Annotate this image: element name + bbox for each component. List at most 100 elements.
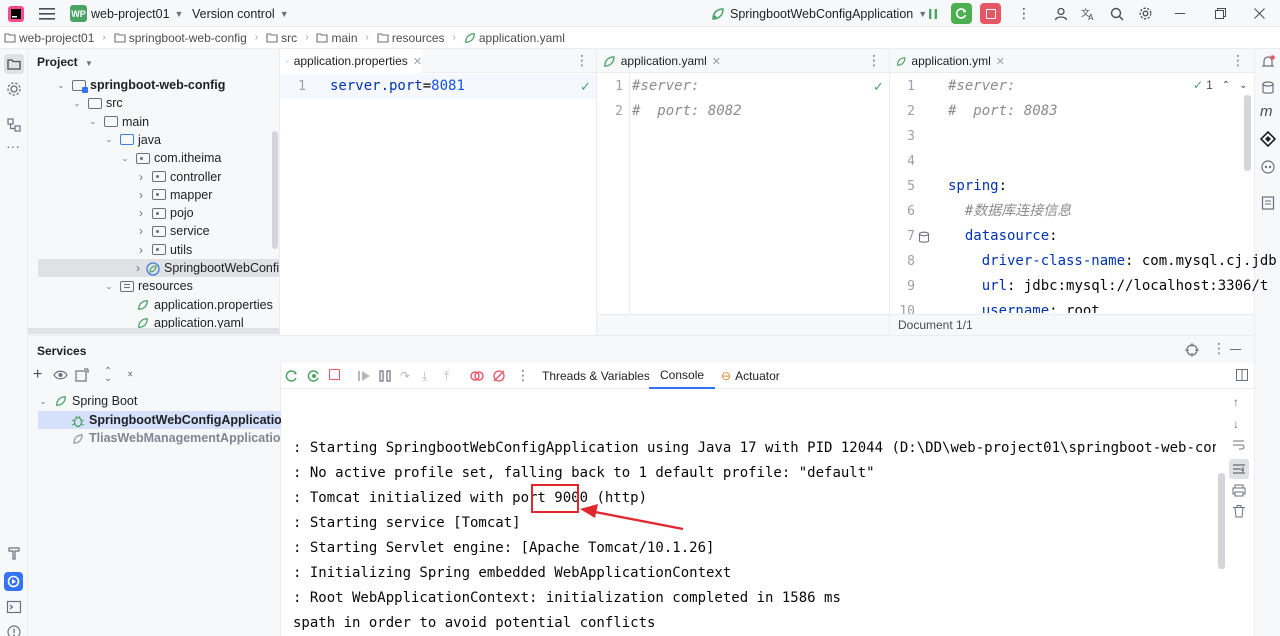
print-icon[interactable]: [1232, 484, 1246, 497]
tree-row-controller[interactable]: › controller: [136, 168, 221, 186]
chevron-up-icon[interactable]: ⌃: [1222, 80, 1230, 91]
arrow-down-icon[interactable]: ↓: [1233, 417, 1239, 431]
folder-icon: [377, 32, 389, 43]
service-label: Spring Boot: [72, 394, 138, 408]
tree-row-springboot-web-config[interactable]: ⌄ springboot-web-config: [56, 76, 225, 94]
breadcrumb-item[interactable]: main: [316, 30, 358, 45]
bookmarks-icon[interactable]: [1260, 195, 1276, 211]
structure-icon[interactable]: [6, 117, 22, 133]
copilot-icon[interactable]: [1260, 159, 1276, 175]
tree-row-pojo[interactable]: › pojo: [136, 204, 194, 222]
add-service-icon[interactable]: +: [33, 366, 42, 384]
trash-icon[interactable]: [1233, 505, 1245, 518]
tree-row-resources[interactable]: ⌄ resources: [104, 277, 193, 295]
close-tab-icon[interactable]: ✕: [413, 55, 422, 68]
more-actions-icon[interactable]: ⋮: [1017, 0, 1031, 27]
gear-icon[interactable]: [1138, 0, 1153, 27]
notifications-icon[interactable]: [1260, 54, 1276, 70]
spring-boot-app-icon: [71, 432, 85, 444]
tree-row-application-properties[interactable]: application.properties: [120, 296, 273, 314]
tree-row-src[interactable]: ⌄ src: [72, 94, 123, 112]
eye-icon[interactable]: [53, 369, 68, 381]
service-springbootwebconfigapplication[interactable]: SpringbootWebConfigApplication:: [38, 410, 295, 429]
code-token: : com.mysql.cj.jdb: [1125, 253, 1277, 269]
project-switcher[interactable]: WP web-project01 ▼: [70, 0, 183, 27]
project-hscrollbar[interactable]: [28, 328, 279, 334]
collapse-all-icon[interactable]: ⌄ ⌃: [126, 367, 134, 384]
more-tabs-icon[interactable]: ⋮: [1231, 52, 1245, 69]
debug-running-icon: [71, 414, 85, 427]
chevron-down-icon[interactable]: ⌄: [1239, 80, 1247, 91]
target-icon[interactable]: [1185, 343, 1199, 357]
breadcrumb-item[interactable]: src: [266, 31, 297, 45]
translate-icon[interactable]: 文A: [1081, 0, 1096, 27]
maven-icon[interactable]: m: [1260, 104, 1276, 120]
more-tabs-icon[interactable]: ⋮: [575, 52, 589, 69]
close-tab-icon[interactable]: ✕: [712, 55, 721, 68]
line-number: 6: [907, 204, 915, 219]
new-window-icon[interactable]: [75, 368, 89, 382]
code-line: #server:: [948, 74, 1015, 99]
tree-row-main[interactable]: ⌄ main: [88, 113, 149, 131]
layout-icon[interactable]: [1236, 369, 1250, 383]
folder-icon[interactable]: [4, 54, 24, 74]
project-panel-title[interactable]: Project ▼: [37, 55, 93, 69]
tab-application-yml[interactable]: application.yml ✕: [890, 49, 1005, 73]
breadcrumb-item[interactable]: web-project01: [4, 31, 94, 45]
more-options-icon[interactable]: ⋮: [1212, 340, 1226, 357]
expand-all-icon[interactable]: ⌃ ⌄: [104, 367, 112, 384]
tab-application-yaml[interactable]: application.yaml ✕: [597, 49, 721, 73]
build-icon[interactable]: [6, 545, 22, 561]
inspection-widget[interactable]: ✓ 1 ⌃ ⌄: [1193, 78, 1248, 92]
breadcrumb-item[interactable]: springboot-web-config: [114, 31, 247, 45]
restore-icon[interactable]: [1215, 0, 1226, 27]
tree-row-service[interactable]: › service: [136, 222, 210, 240]
database-icon[interactable]: [1260, 80, 1276, 96]
terminal-icon[interactable]: [6, 599, 22, 615]
search-icon[interactable]: [1110, 0, 1124, 27]
tree-row-springbootwebconfig[interactable]: › SpringbootWebConfig: [38, 259, 279, 277]
tree-row-mapper[interactable]: › mapper: [136, 186, 212, 204]
line-number: 10: [899, 304, 915, 314]
close-icon[interactable]: [1254, 0, 1265, 27]
ai-assistant-icon[interactable]: [1260, 131, 1276, 147]
editor-scrollbar[interactable]: [1244, 95, 1251, 171]
scroll-to-end-icon[interactable]: [1229, 459, 1249, 479]
project-panel: Project ▼ ⌄ springboot-web-config ⌄ src ⌄ mai…: [28, 49, 280, 335]
main-menu-icon[interactable]: [39, 0, 55, 27]
services-tool-icon[interactable]: [4, 572, 23, 591]
tree-row-utils[interactable]: › utils: [136, 241, 192, 259]
code-line: #server:: [632, 74, 699, 99]
console-output[interactable]: : Starting SpringbootWebConfigApplicatio…: [281, 363, 1216, 636]
project-scrollbar[interactable]: [272, 131, 278, 249]
minimize-icon[interactable]: [1175, 0, 1185, 27]
problems-icon[interactable]: [6, 624, 22, 636]
version-control-menu[interactable]: Version control ▼: [192, 0, 289, 27]
user-icon[interactable]: [1054, 0, 1068, 27]
service-tliaswebmanagementapplication[interactable]: TliasWebManagementApplication: [71, 429, 288, 447]
arrow-up-icon[interactable]: ↑: [1233, 395, 1239, 409]
app-logo-icon[interactable]: [8, 0, 24, 27]
tree-row-com-itheima[interactable]: ⌄ com.itheima: [120, 149, 222, 167]
service-spring-boot[interactable]: ⌄ Spring Boot: [38, 392, 138, 410]
folder-icon: [120, 280, 134, 292]
hide-panel-icon[interactable]: [1230, 349, 1241, 351]
breadcrumb-separator: ›: [254, 32, 259, 43]
stop-button[interactable]: [980, 0, 1001, 27]
database-icon[interactable]: [918, 231, 930, 244]
breadcrumb-item[interactable]: application.yaml: [464, 31, 565, 45]
soft-wrap-icon[interactable]: [1232, 439, 1245, 451]
more-tabs-icon[interactable]: ⋮: [867, 52, 881, 69]
more-tools-icon[interactable]: ···: [6, 139, 22, 157]
pause-icon[interactable]: [927, 0, 939, 27]
breadcrumb-label: main: [331, 30, 358, 45]
console-scrollbar[interactable]: [1218, 473, 1225, 569]
run-configuration-selector[interactable]: SpringbootWebConfigApplication ▼: [711, 0, 927, 27]
breadcrumb-item[interactable]: resources: [377, 31, 445, 45]
tree-row-java[interactable]: ⌄ java: [104, 131, 161, 149]
rerun-button[interactable]: [951, 0, 972, 27]
tab-application-properties[interactable]: application.properties ✕: [280, 49, 422, 73]
close-tab-icon[interactable]: ✕: [996, 55, 1005, 68]
chevron-right-icon: ›: [139, 206, 143, 221]
plugins-icon[interactable]: [6, 81, 22, 97]
